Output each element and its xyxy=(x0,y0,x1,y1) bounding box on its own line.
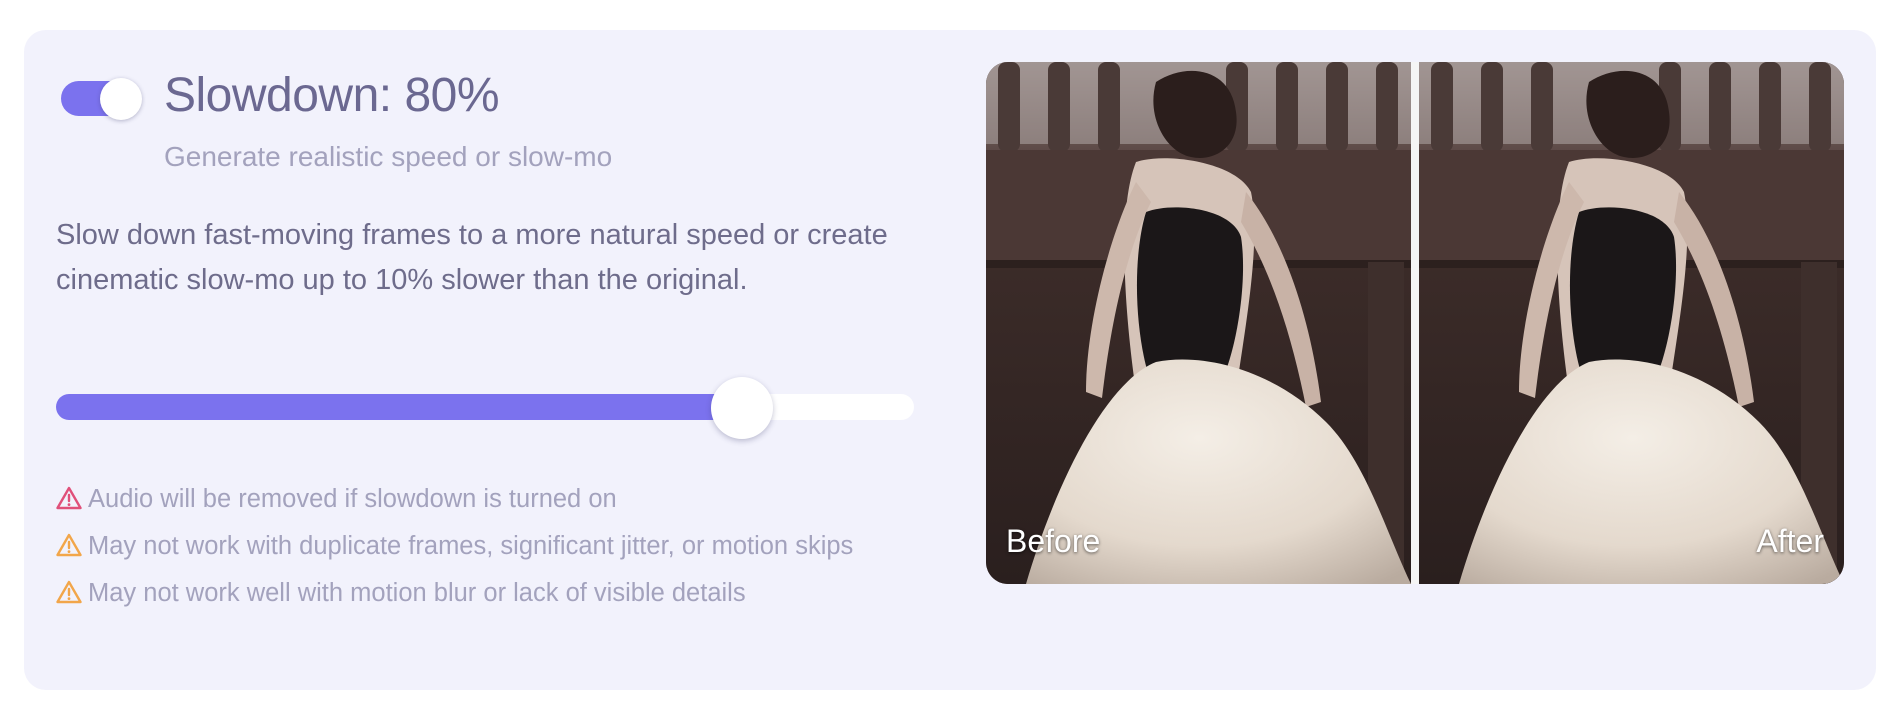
warning-item: May not work well with motion blur or la… xyxy=(56,574,926,613)
before-label: Before xyxy=(1006,523,1101,559)
slider-thumb[interactable] xyxy=(711,377,774,439)
comparison-divider[interactable] xyxy=(1411,62,1419,584)
warnings-list: Audio will be removed if slowdown is tur… xyxy=(56,480,926,621)
warning-icon xyxy=(56,486,82,510)
slowdown-toggle[interactable] xyxy=(61,78,142,120)
feature-description: Slow down fast-moving frames to a more n… xyxy=(56,219,888,296)
before-image xyxy=(986,62,1411,584)
warning-text: May not work well with motion blur or la… xyxy=(88,579,746,607)
slowdown-slider[interactable] xyxy=(56,377,914,439)
before-after-comparison[interactable]: Before After xyxy=(986,62,1844,584)
warning-icon xyxy=(56,533,82,557)
toggle-knob[interactable] xyxy=(100,78,142,120)
warning-item: May not work with duplicate frames, sign… xyxy=(56,527,926,566)
warning-item: Audio will be removed if slowdown is tur… xyxy=(56,480,926,519)
feature-title: Slowdown: 80% xyxy=(164,69,500,122)
after-image xyxy=(1419,62,1844,584)
after-label: After xyxy=(1756,523,1824,559)
feature-subtitle: Generate realistic speed or slow-mo xyxy=(164,141,613,172)
warning-text: May not work with duplicate frames, sign… xyxy=(88,532,854,560)
slider-fill xyxy=(56,394,743,420)
warning-text: Audio will be removed if slowdown is tur… xyxy=(88,485,617,513)
warning-icon xyxy=(56,580,82,604)
